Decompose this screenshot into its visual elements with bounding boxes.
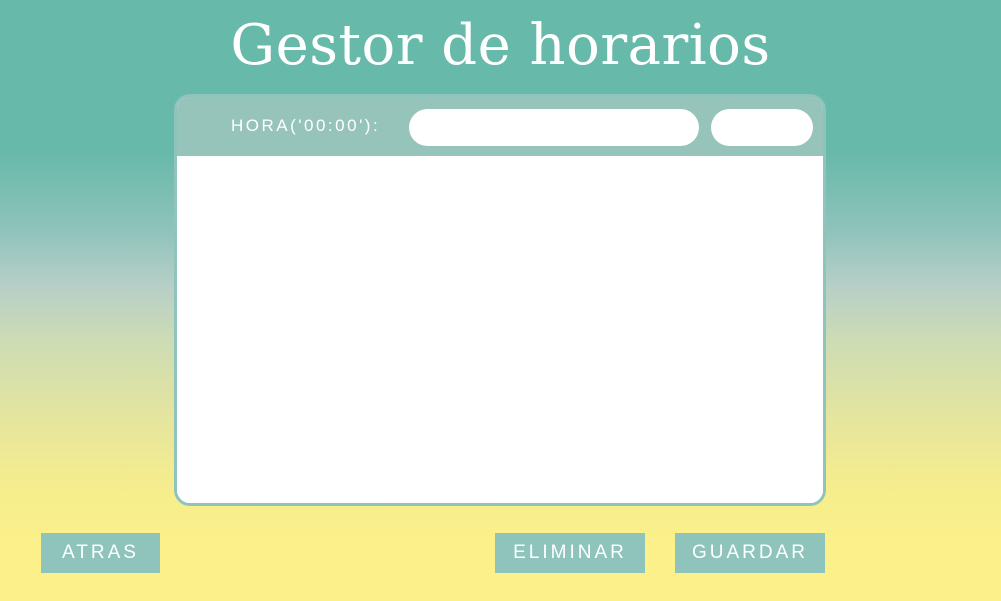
- panel-header: HORA('00:00'):: [177, 97, 823, 156]
- schedule-list-area[interactable]: [177, 156, 823, 503]
- atras-button[interactable]: ATRAS: [41, 533, 160, 573]
- eliminar-button[interactable]: ELIMINAR: [495, 533, 645, 573]
- hora-input[interactable]: [409, 109, 699, 146]
- page-title: Gestor de horarios: [230, 13, 771, 78]
- guardar-button[interactable]: GUARDAR: [675, 533, 825, 573]
- add-hora-button[interactable]: [711, 109, 813, 146]
- hora-label: HORA('00:00'):: [231, 116, 381, 135]
- schedule-panel: HORA('00:00'):: [174, 94, 826, 506]
